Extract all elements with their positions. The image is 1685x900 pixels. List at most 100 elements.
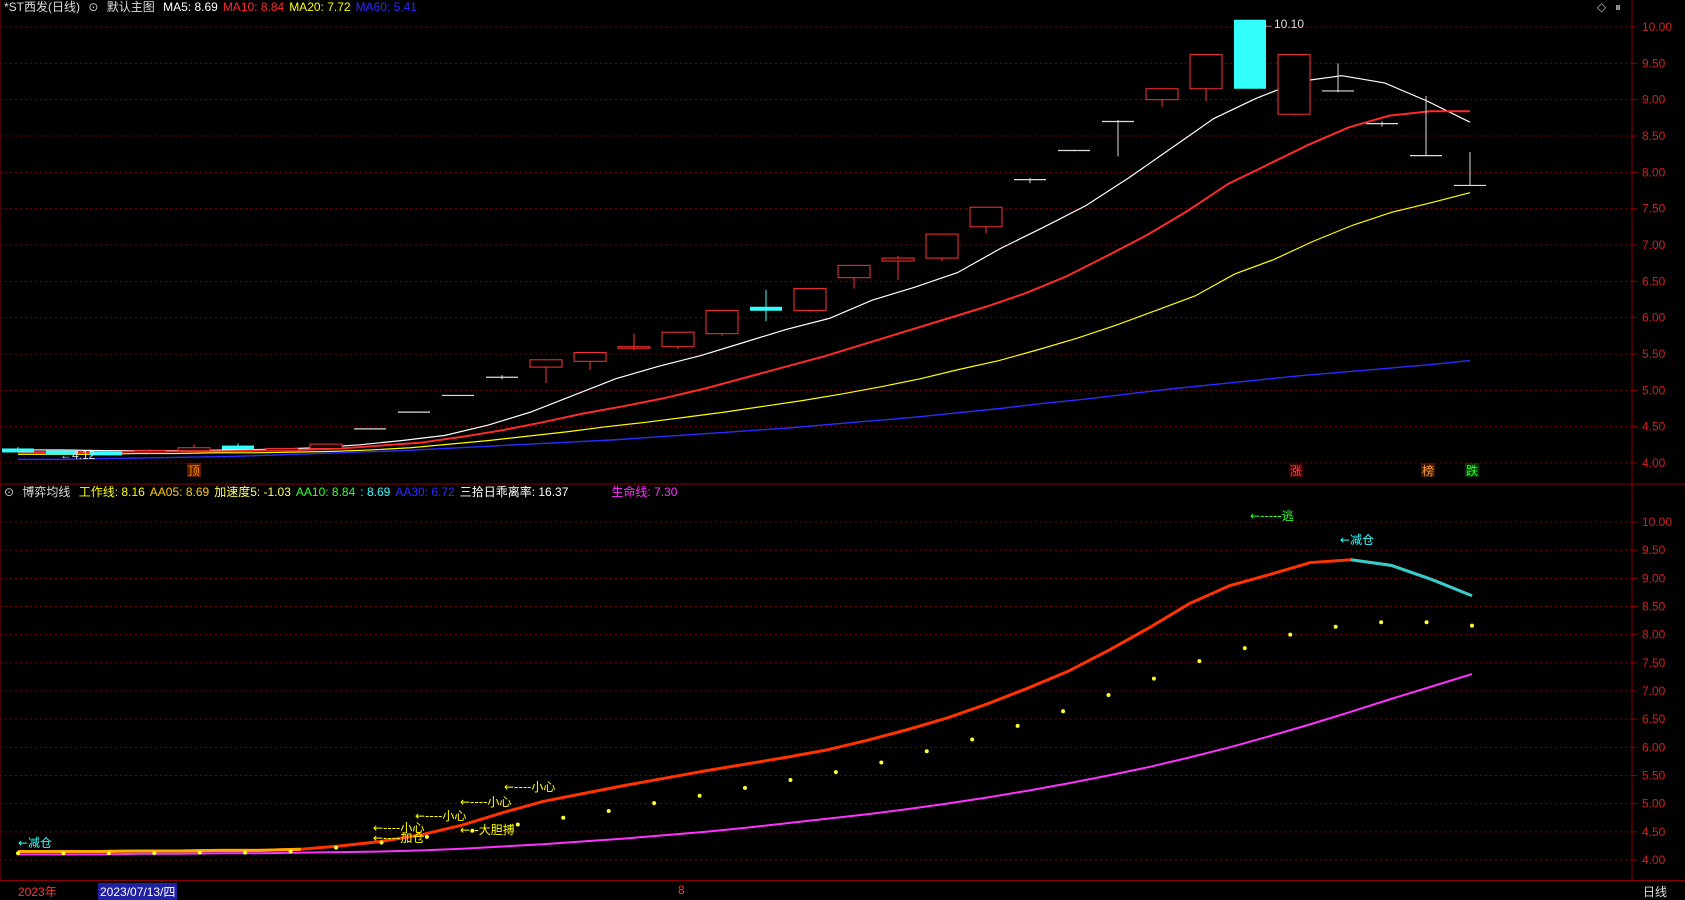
stock-title[interactable]: *ST西发(日线) [4,0,80,14]
annotation-3: ←----小心 [415,809,466,823]
work-line-dot-24 [1106,692,1111,697]
candle-27 [1189,54,1223,102]
candle-14 [617,333,651,351]
candle-body-20 [881,257,915,262]
work-line-dot-5 [243,850,248,855]
annotation-5: ←----小心 [504,780,555,794]
ma-label-1: MA10: 8.84 [222,0,285,14]
work-line-dot-28 [1288,632,1293,637]
diamond-icon[interactable]: ◇ [1597,0,1606,14]
main-tick-label-11: 4.50 [1642,420,1666,434]
work-line-dot-25 [1151,676,1156,681]
work-line-dot-6 [288,849,293,854]
period-button[interactable]: 日线 [1643,883,1667,900]
date-axis-bar: 2023年 2023/07/13/四 8 日线 [0,880,1685,900]
indicator-label-7: 生命线: 7.30 [611,485,678,499]
pause-icon[interactable]: ⏸ [1615,0,1621,15]
high-price-label: ←10.10 [1262,17,1304,31]
indicator-label-3: AA10: 8.84 [295,485,356,499]
candle-25 [1102,120,1134,157]
annotation-6: ←--大胆搏 [460,823,515,837]
candle-18 [793,288,827,312]
main-tick-label-7: 6.50 [1642,274,1666,288]
main-tick-label-0: 10.00 [1642,20,1672,34]
candle-12 [529,359,563,384]
candle-21 [925,233,959,261]
annotation-0: ←减仓 [18,836,52,850]
candle-body-29 [1277,54,1311,115]
indicator-label-0: 工作线: 8.16 [78,485,145,499]
candle-body-22 [969,206,1003,228]
work-line-dot-12 [561,815,566,820]
signal-marker-0: 顶 [188,464,200,478]
work-line-dot-31 [1424,620,1429,625]
sub-tick-label-4: 8.00 [1642,628,1666,642]
work-line-dot-3 [152,851,157,856]
work-line-dot-20 [924,749,929,754]
ma-line-ma60 [18,359,1471,461]
candle-24 [1058,149,1090,152]
sub-tick-label-8: 6.00 [1642,740,1666,754]
candle-0 [2,447,34,453]
candle-13 [573,352,607,370]
sub-tick-label-11: 4.50 [1642,825,1666,839]
candle-body-19 [837,264,871,279]
main-tick-label-5: 7.50 [1642,202,1666,216]
main-tick-label-12: 4.00 [1642,456,1666,470]
indicator-name[interactable]: 博弈均线 [22,485,70,499]
candle-19 [837,264,871,289]
main-tick-label-10: 5.00 [1642,383,1666,397]
indicator-label-6: 三拾日乖离率: 16.37 [459,485,569,499]
work-line-dot-4 [197,850,202,855]
candle-body-21 [925,233,959,259]
sub-tick-label-5: 7.50 [1642,656,1666,670]
candle-body-16 [705,309,739,335]
work-line-dot-29 [1333,624,1338,629]
signal-marker-2: 榜 [1422,463,1434,478]
template-name[interactable]: 默认主图 [107,0,155,14]
aa05-line-tail [1350,558,1473,598]
candle-5 [222,443,254,450]
work-line-dot-18 [833,770,838,775]
candle-20 [881,255,915,280]
candle-body-18 [793,288,827,311]
work-line-dot-15 [697,793,702,798]
candle-body-7 [309,443,343,449]
sub-tick-label-12: 4.00 [1642,853,1666,867]
candle-22 [969,206,1003,234]
indicator-label-5: AA30: 6.72 [395,485,455,499]
candle-32 [1410,96,1442,157]
work-line-dot-13 [606,808,611,813]
kline-chart-canvas[interactable]: 10.00 9.50 9.00 8.50 8.00 7.50 7.00 6.50 6.00 5.5… [0,0,1685,898]
candle-body-0 [2,448,34,453]
candle-body-26 [1145,88,1179,101]
annotation-2: ←----加仓 [373,831,424,845]
sub-tick-label-7: 6.50 [1642,712,1666,726]
work-line-dot-1 [61,851,66,856]
sub-tick-label-6: 7.00 [1642,684,1666,698]
candle-body-14 [617,346,651,349]
work-line-dot-21 [970,737,975,742]
sub-tick-label-10: 5.00 [1642,797,1666,811]
candle-26 [1145,88,1179,107]
annotation-4: ←----小心 [460,795,511,809]
work-line-dot-32 [1470,623,1474,628]
sub-tick-label-1: 9.50 [1642,543,1666,557]
template-dropdown-icon[interactable]: ⊙ [88,0,98,14]
candle-4 [177,444,211,453]
candle-15 [661,331,695,349]
work-line-dot-14 [652,801,657,806]
sub-panel-header: ⊙ 博弈均线 工作线: 8.16 AA05: 8.69 加速度5: -1.03 AA1… [4,485,687,499]
indicator-label-1: AA05: 8.69 [149,485,210,499]
candle-body-4 [177,447,211,452]
main-tick-label-1: 9.50 [1642,56,1666,70]
work-line-dot-26 [1197,659,1202,664]
candle-body-13 [573,352,607,362]
candle-body-12 [529,359,563,368]
main-tick-label-3: 8.50 [1642,129,1666,143]
main-panel-header: *ST西发(日线) ⊙ 默认主图 MA5: 8.69 MA10: 8.84 MA20… [4,0,427,14]
indicator-toggle-icon[interactable]: ⊙ [4,485,14,499]
main-tick-label-8: 6.00 [1642,311,1666,325]
candle-16 [705,309,739,336]
ma-label-0: MA5: 8.69 [163,0,218,14]
